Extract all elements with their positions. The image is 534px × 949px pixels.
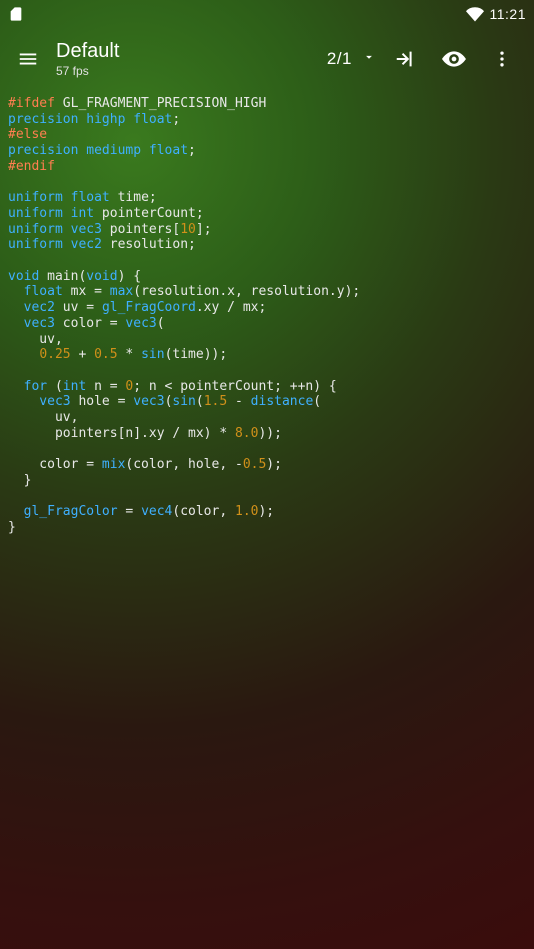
app-toolbar: Default 57 fps 2/1: [0, 28, 534, 90]
dropdown-icon: [362, 50, 376, 69]
sdcard-icon: [8, 6, 24, 22]
code-editor[interactable]: #ifdef GL_FRAGMENT_PRECISION_HIGH precis…: [0, 90, 534, 544]
fps-subtitle: 57 fps: [56, 64, 119, 78]
clock: 11:21: [490, 6, 527, 22]
status-bar: 11:21: [0, 0, 534, 28]
shader-title: Default: [56, 40, 119, 63]
tab-indent-button[interactable]: [382, 35, 430, 83]
title-block: Default 57 fps: [56, 40, 119, 78]
overflow-menu-button[interactable]: [478, 35, 526, 83]
hamburger-menu-button[interactable]: [8, 39, 48, 79]
texture-counter: 2/1: [327, 49, 352, 69]
texture-selector[interactable]: 2/1: [321, 49, 382, 69]
run-preview-button[interactable]: [430, 35, 478, 83]
wifi-icon: [466, 5, 484, 23]
